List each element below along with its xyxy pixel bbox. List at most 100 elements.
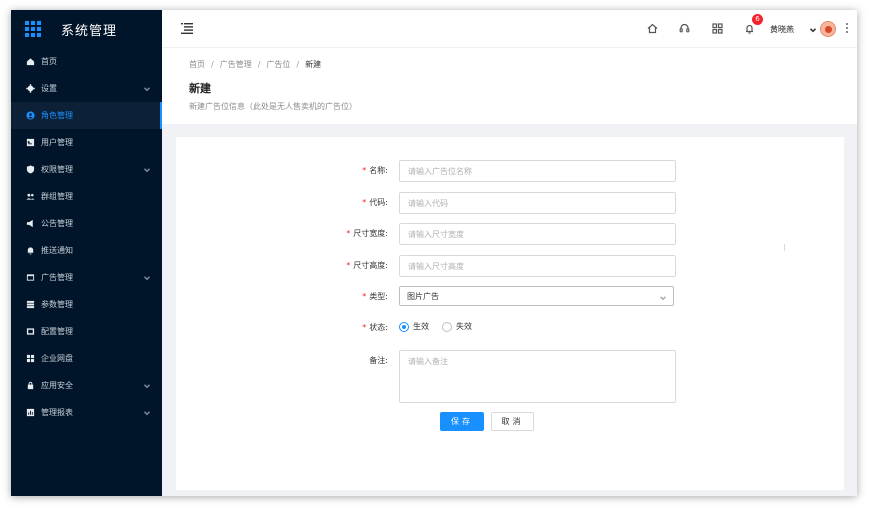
user-name[interactable]: 黄晓燕 <box>770 24 794 35</box>
qrcode-icon[interactable] <box>711 22 724 35</box>
chevron-down-icon <box>660 294 666 301</box>
id-card-icon <box>26 138 35 147</box>
sidebar-item[interactable]: 首页 <box>11 48 162 75</box>
team-icon <box>26 192 35 201</box>
radio-unchecked-icon <box>442 321 452 332</box>
more-vertical-icon[interactable] <box>845 23 849 35</box>
window-icon <box>26 273 35 282</box>
sidebar-item[interactable]: 推送通知 <box>11 237 162 264</box>
form-row-name: * 名称: <box>176 160 844 182</box>
sidebar-item-label: 角色管理 <box>41 111 73 120</box>
sidebar-item[interactable]: 角色管理 <box>11 102 162 129</box>
lock-icon <box>26 381 35 390</box>
status-radio-active[interactable]: 生效 <box>399 321 429 332</box>
chart-icon <box>26 408 35 417</box>
form-row-code: * 代码: <box>176 192 844 214</box>
cancel-button[interactable]: 取消 <box>491 412 534 431</box>
sidebar-item-label: 首页 <box>41 57 57 66</box>
type-label: * 类型: <box>362 292 388 301</box>
sidebar-item-label: 广告管理 <box>41 273 73 282</box>
page-title: 新建 <box>189 82 211 95</box>
sidebar-item[interactable]: 管理报表 <box>11 399 162 426</box>
form-row-status: * 状态: 生效 失效 <box>176 317 844 339</box>
form-row-height: * 尺寸高度: <box>176 255 844 277</box>
chevron-down-icon <box>143 382 151 389</box>
code-input[interactable] <box>399 192 676 214</box>
name-input[interactable] <box>399 160 676 182</box>
swap-icon <box>26 327 35 336</box>
form-card: *名称: *代码: *尺寸宽度: *尺寸高度: *类型: 图片广告 *状态: 生… <box>176 137 844 490</box>
breadcrumb-separator: / <box>296 60 300 69</box>
chevron-down-icon <box>143 274 151 281</box>
list-icon <box>26 300 35 309</box>
save-button[interactable]: 保存 <box>440 412 484 431</box>
form-row-remark: 备注: <box>176 350 844 403</box>
sidebar-item-label: 应用安全 <box>41 381 73 390</box>
sidebar-item-label: 用户管理 <box>41 138 73 147</box>
app-title: 系统管理 <box>61 23 118 39</box>
home-icon <box>26 57 35 66</box>
required-mark: * <box>362 166 367 175</box>
width-input[interactable] <box>399 223 676 245</box>
breadcrumb-current: 新建 <box>305 60 322 69</box>
top-header: 6 黄晓燕 <box>162 10 857 48</box>
notification-badge: 6 <box>752 14 763 25</box>
sidebar-item-label: 公告管理 <box>41 219 73 228</box>
bell-icon <box>26 246 35 255</box>
breadcrumb: 首页 / 广告管理 / 广告位 / 新建 <box>189 59 321 70</box>
home-icon[interactable] <box>646 22 659 35</box>
sidebar-item[interactable]: 群组管理 <box>11 183 162 210</box>
sidebar-item-label: 权限管理 <box>41 165 73 174</box>
required-mark: * <box>362 292 367 301</box>
sidebar-item[interactable]: 企业网盘 <box>11 345 162 372</box>
sidebar-item[interactable]: 设置 <box>11 75 162 102</box>
sidebar-item[interactable]: 应用安全 <box>11 372 162 399</box>
breadcrumb-link[interactable]: 广告位 <box>266 60 290 69</box>
avatar[interactable] <box>820 21 836 37</box>
status-radio-inactive[interactable]: 失效 <box>442 321 472 332</box>
grid-icon <box>26 354 35 363</box>
height-label: * 尺寸高度: <box>346 261 388 270</box>
sidebar-item[interactable]: 权限管理 <box>11 156 162 183</box>
required-mark: * <box>346 261 351 270</box>
status-label: * 状态: <box>362 323 388 332</box>
chevron-down-icon[interactable] <box>809 26 817 33</box>
sidebar: 系统管理 首页设置角色管理用户管理权限管理群组管理公告管理推送通知广告管理参数管… <box>11 10 162 496</box>
breadcrumb-separator: / <box>211 60 214 69</box>
status-radio-group: 生效 失效 <box>399 321 485 332</box>
sidebar-item-label: 管理报表 <box>41 408 73 417</box>
sidebar-item-label: 设置 <box>41 84 57 93</box>
sidebar-item-label: 参数管理 <box>41 300 73 309</box>
scrollbar[interactable] <box>784 244 785 251</box>
gear-icon <box>26 84 35 93</box>
remark-textarea[interactable] <box>399 350 676 403</box>
required-mark: * <box>362 198 367 207</box>
sidebar-item[interactable]: 公告管理 <box>11 210 162 237</box>
breadcrumb-separator: / <box>257 60 261 69</box>
sidebar-item-label: 群组管理 <box>41 192 73 201</box>
type-select[interactable]: 图片广告 <box>399 286 674 306</box>
radio-checked-icon <box>399 321 409 332</box>
height-input[interactable] <box>399 255 676 277</box>
sidebar-item-label: 推送通知 <box>41 246 73 255</box>
page-header: 首页 / 广告管理 / 广告位 / 新建 新建 新建广告位信息（此处是无人售卖机的广告位） <box>162 48 857 124</box>
logo[interactable]: 系统管理 <box>11 10 162 48</box>
required-mark: * <box>362 323 367 332</box>
type-select-value: 图片广告 <box>407 292 439 301</box>
headset-icon[interactable] <box>678 22 691 35</box>
sidebar-item[interactable]: 参数管理 <box>11 291 162 318</box>
code-label: * 代码: <box>362 198 388 207</box>
sidebar-item-label: 企业网盘 <box>41 354 73 363</box>
sidebar-item[interactable]: 用户管理 <box>11 129 162 156</box>
sidebar-item[interactable]: 广告管理 <box>11 264 162 291</box>
breadcrumb-link[interactable]: 广告管理 <box>220 60 252 69</box>
sidebar-item[interactable]: 配置管理 <box>11 318 162 345</box>
menu-fold-icon[interactable] <box>181 23 193 34</box>
required-mark: * <box>346 229 351 238</box>
chevron-down-icon <box>143 166 151 173</box>
page-description: 新建广告位信息（此处是无人售卖机的广告位） <box>189 102 357 111</box>
app-window: 系统管理 首页 设置 角色管理 用户管理 权限管理 群组管理 公告管理 推送通知 广告管理 参数管… <box>11 10 857 496</box>
breadcrumb-link[interactable]: 首页 <box>189 60 205 69</box>
chevron-down-icon <box>143 409 151 416</box>
form-row-type: * 类型: 图片广告 <box>176 286 844 308</box>
